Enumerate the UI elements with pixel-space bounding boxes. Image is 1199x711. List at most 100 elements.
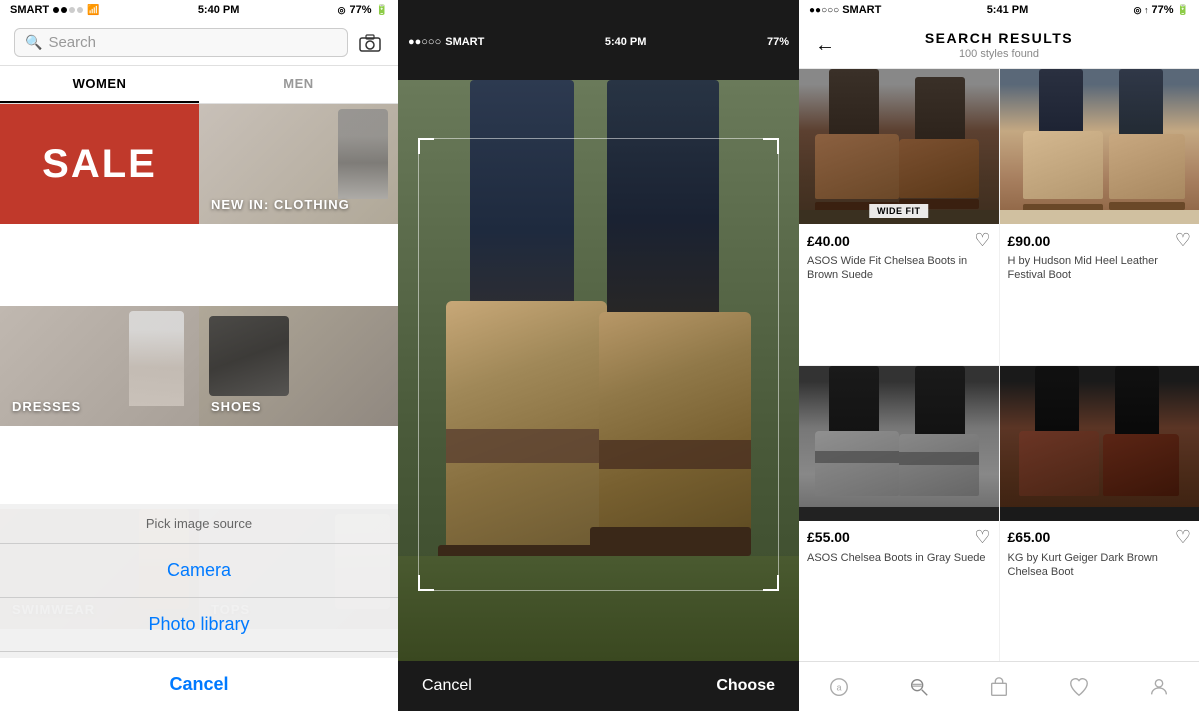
picker-carrier: ●●○○○ SMART — [408, 36, 484, 48]
search-placeholder: Search — [48, 34, 96, 51]
shoes-label: SHOES — [211, 399, 262, 414]
battery-icon-1: 🔋 — [376, 5, 388, 16]
status-right-1: ◎ 77% 🔋 — [338, 4, 388, 16]
results-location-icon: ◎ ↑ — [1134, 5, 1149, 16]
camera-icon — [359, 34, 381, 52]
action-sheet-title: Pick image source — [0, 504, 398, 544]
results-title-wrap: SEARCH RESULTS 100 styles found — [835, 30, 1163, 60]
result-price-row-2: £55.00 ♡ — [807, 527, 991, 548]
results-title: SEARCH RESULTS — [835, 30, 1163, 46]
picker-dots: ●●○○○ — [408, 36, 441, 48]
picker-battery: 77% — [767, 36, 789, 48]
result-heart-0[interactable]: ♡ — [974, 230, 990, 251]
boot-thumb-gray — [799, 366, 999, 521]
result-name-3: KG by Kurt Geiger Dark Brown Chelsea Boo… — [1008, 551, 1192, 580]
back-button[interactable]: ← — [815, 34, 835, 57]
results-status-left: ●●○○○ SMART — [809, 4, 881, 16]
dot2 — [61, 7, 67, 13]
picker-time: 5:40 PM — [605, 36, 647, 48]
nav-profile[interactable] — [1119, 662, 1199, 711]
results-time: 5:41 PM — [987, 4, 1029, 16]
location-icon-1: ◎ — [338, 5, 346, 16]
carrier-label-1: SMART — [10, 4, 49, 16]
result-heart-3[interactable]: ♡ — [1175, 527, 1191, 548]
results-carrier: SMART — [842, 4, 881, 16]
result-info-3: £65.00 ♡ KG by Kurt Geiger Dark Brown Ch… — [1000, 521, 1199, 662]
results-header: ← SEARCH RESULTS 100 styles found — [799, 20, 1199, 69]
action-sheet-cancel-button[interactable]: Cancel — [0, 658, 398, 711]
action-sheet: Pick image source Camera Photo library C… — [0, 504, 398, 711]
results-battery-icon: 🔋 — [1177, 5, 1189, 16]
result-heart-1[interactable]: ♡ — [1175, 230, 1191, 251]
panel-results: ●●○○○ SMART 5:41 PM ◎ ↑ 77% 🔋 ← SEARCH R… — [799, 0, 1199, 711]
picker-choose-button[interactable]: Choose — [716, 677, 775, 695]
grid-item-dresses[interactable]: DRESSES — [0, 306, 199, 426]
result-image-2 — [799, 366, 999, 521]
svg-text:a: a — [836, 682, 842, 692]
results-dots: ●●○○○ — [809, 5, 839, 16]
picker-image-area — [398, 80, 799, 661]
boot-thumb-brown — [799, 69, 999, 224]
bottom-nav: a — [799, 661, 1199, 711]
crop-corner-tr — [763, 138, 779, 154]
signal-dots-1 — [53, 7, 83, 13]
result-item-1[interactable]: £90.00 ♡ H by Hudson Mid Heel Leather Fe… — [1000, 69, 1199, 365]
result-item-3[interactable]: £65.00 ♡ KG by Kurt Geiger Dark Brown Ch… — [1000, 366, 1199, 662]
profile-icon — [1148, 676, 1170, 698]
photo-library-button[interactable]: Photo library — [0, 598, 398, 652]
panel-picker: ●●○○○ SMART 5:40 PM 77% — [398, 0, 799, 711]
result-item-0[interactable]: WIDE FIT £40.00 ♡ ASOS Wide Fit Chelsea … — [799, 69, 999, 365]
grid-item-new-in[interactable]: NEW IN: CLOTHING — [199, 104, 398, 224]
nav-saved[interactable] — [1039, 662, 1119, 711]
nav-search[interactable] — [879, 662, 959, 711]
camera-option-button[interactable]: Camera — [0, 544, 398, 598]
search-nav-icon — [908, 676, 930, 698]
result-price-2: £55.00 — [807, 529, 850, 545]
status-bar-1: SMART 📶 5:40 PM ◎ 77% 🔋 — [0, 0, 398, 20]
tab-women[interactable]: WOMEN — [0, 66, 199, 103]
crop-overlay — [418, 138, 779, 591]
result-name-1: H by Hudson Mid Heel Leather Festival Bo… — [1008, 254, 1192, 283]
result-image-0: WIDE FIT — [799, 69, 999, 224]
result-price-row-0: £40.00 ♡ — [807, 230, 991, 251]
result-heart-2[interactable]: ♡ — [974, 527, 990, 548]
result-price-0: £40.00 — [807, 233, 850, 249]
nav-home[interactable]: a — [799, 662, 879, 711]
grid-item-sale[interactable]: SALE — [0, 104, 199, 224]
crop-corner-br — [763, 575, 779, 591]
crop-corner-tl — [418, 138, 434, 154]
bag-icon — [988, 676, 1010, 698]
home-icon: a — [828, 676, 850, 698]
boot-photo — [398, 80, 799, 661]
crop-corner-bl — [418, 575, 434, 591]
results-battery: 77% — [1152, 4, 1174, 16]
result-item-2[interactable]: £55.00 ♡ ASOS Chelsea Boots in Gray Sued… — [799, 366, 999, 662]
camera-button[interactable] — [356, 29, 384, 57]
grid-item-shoes[interactable]: SHOES — [199, 306, 398, 426]
result-price-3: £65.00 — [1008, 529, 1051, 545]
result-image-1 — [1000, 69, 1199, 224]
result-info-0: £40.00 ♡ ASOS Wide Fit Chelsea Boots in … — [799, 224, 999, 365]
nav-bag[interactable] — [959, 662, 1039, 711]
picker-carrier-label: SMART — [445, 36, 484, 48]
search-input-wrap[interactable]: 🔍 Search — [14, 28, 348, 57]
results-grid: WIDE FIT £40.00 ♡ ASOS Wide Fit Chelsea … — [799, 69, 1199, 661]
picker-cancel-button[interactable]: Cancel — [422, 677, 472, 695]
status-left-1: SMART 📶 — [10, 4, 100, 16]
dot3 — [69, 7, 75, 13]
tab-men[interactable]: MEN — [199, 66, 398, 103]
wifi-icon-1: 📶 — [87, 5, 99, 16]
result-info-1: £90.00 ♡ H by Hudson Mid Heel Leather Fe… — [1000, 224, 1199, 365]
dot4 — [77, 7, 83, 13]
result-image-3 — [1000, 366, 1199, 521]
heart-nav-icon — [1068, 676, 1090, 698]
panel-search: SMART 📶 5:40 PM ◎ 77% 🔋 🔍 Search — [0, 0, 398, 711]
result-name-2: ASOS Chelsea Boots in Gray Suede — [807, 551, 991, 565]
results-status-right: ◎ ↑ 77% 🔋 — [1134, 4, 1189, 16]
result-name-0: ASOS Wide Fit Chelsea Boots in Brown Sue… — [807, 254, 991, 283]
battery-label-1: 77% — [350, 4, 372, 16]
new-in-label: NEW IN: CLOTHING — [211, 197, 350, 212]
boot-thumb-tan — [1000, 69, 1199, 224]
dot1 — [53, 7, 59, 13]
result-badge-0: WIDE FIT — [869, 204, 929, 218]
